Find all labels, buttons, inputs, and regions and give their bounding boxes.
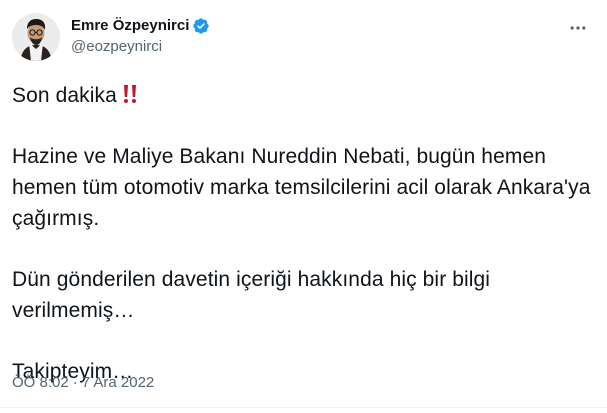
tweet-paragraph: Hazine ve Maliye Bakanı Nureddin Nebati,…: [12, 145, 591, 230]
verified-badge-icon: [192, 17, 210, 35]
more-options-button[interactable]: [567, 17, 589, 39]
avatar[interactable]: [12, 13, 60, 61]
author-display-name[interactable]: Emre Özpeynirci: [71, 16, 189, 36]
divider: [0, 407, 607, 408]
tweet-text: Son dakika Hazine ve Maliye Bakanı Nured…: [12, 80, 592, 387]
tweet-card: Emre Özpeynirci @eozpeynirci Son dakika …: [0, 0, 607, 413]
author-handle[interactable]: @eozpeynirci: [71, 37, 162, 57]
tweet-headline: Son dakika: [12, 84, 117, 107]
author-name-row: Emre Özpeynirci: [71, 16, 210, 36]
more-dots-icon: [570, 26, 586, 30]
avatar-image: [12, 13, 60, 61]
tweet-headline-line: Son dakika: [12, 80, 592, 111]
meta-separator: ·: [72, 374, 78, 391]
tweet-time[interactable]: ÖÖ 8:02: [12, 373, 69, 393]
tweet-date[interactable]: 7 Ara 2022: [82, 373, 155, 393]
tweet-meta: ÖÖ 8:02 · 7 Ara 2022: [12, 373, 154, 393]
double-exclamation-mark-icon: [119, 83, 141, 105]
tweet-paragraph: Dün gönderilen davetin içeriği hakkında …: [12, 268, 491, 322]
